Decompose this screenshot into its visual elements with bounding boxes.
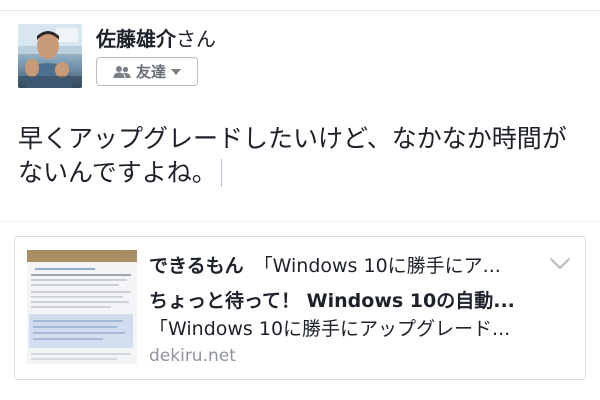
post-text-line-2: ないんですよね。 bbox=[18, 156, 588, 190]
section-divider bbox=[0, 221, 600, 222]
article-thumbnail bbox=[27, 250, 137, 364]
link-site-line: できるもん 「Windows 10に勝手にア... bbox=[149, 251, 549, 281]
audience-label: 友達 bbox=[135, 63, 166, 81]
user-avatar[interactable] bbox=[18, 24, 82, 88]
link-domain: dekiru.net bbox=[149, 346, 236, 366]
caret-down-icon bbox=[171, 68, 181, 75]
link-title[interactable]: ちょっと待って！ Windows 10の自動... bbox=[149, 287, 549, 315]
link-site-snippet: 「Windows 10に勝手にア... bbox=[253, 255, 501, 277]
text-cursor bbox=[220, 159, 223, 187]
post-text-line-2-text: ないんですよね。 bbox=[18, 158, 217, 187]
chevron-down-icon[interactable] bbox=[549, 257, 571, 271]
post-text-line-1: 早くアップグレードしたいけど、なかなか時間が bbox=[18, 124, 567, 153]
friends-icon bbox=[113, 65, 131, 79]
avatar-photo-icon bbox=[18, 24, 82, 88]
user-name-text[interactable]: 佐藤雄介 bbox=[96, 27, 176, 51]
thumbnail-fade bbox=[27, 250, 137, 364]
audience-friends-button[interactable]: 友達 bbox=[96, 57, 198, 86]
link-description: 「Windows 10に勝手にアップグレード... bbox=[149, 318, 511, 340]
post-text-input[interactable]: 早くアップグレードしたいけど、なかなか時間が ないんですよね。 bbox=[18, 122, 588, 190]
link-site-name: できるもん bbox=[149, 255, 244, 277]
link-preview-text: できるもん 「Windows 10に勝手にア... ちょっと待って！ Window… bbox=[149, 251, 549, 367]
link-preview-card[interactable]: できるもん 「Windows 10に勝手にア... ちょっと待って！ Window… bbox=[14, 236, 586, 380]
user-name[interactable]: 佐藤雄介さん bbox=[96, 26, 216, 52]
user-honorific: さん bbox=[176, 27, 216, 51]
top-divider bbox=[0, 0, 600, 11]
